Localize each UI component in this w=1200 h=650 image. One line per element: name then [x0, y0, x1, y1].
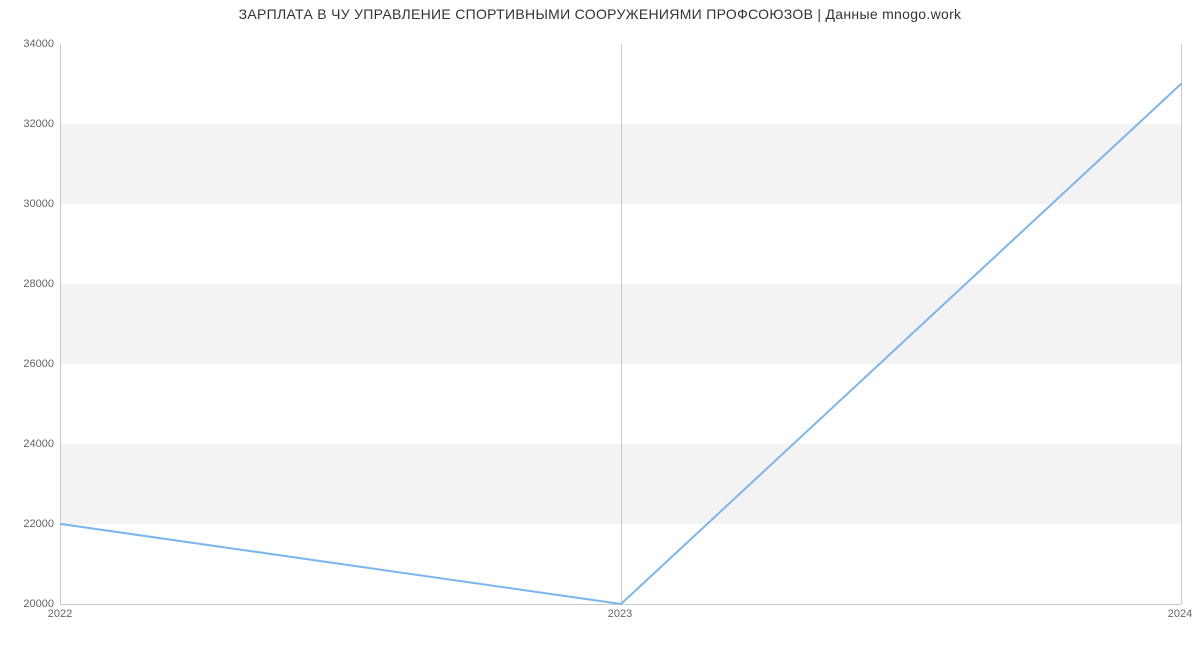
- y-tick-label: 28000: [4, 278, 54, 290]
- chart-container: ЗАРПЛАТА В ЧУ УПРАВЛЕНИЕ СПОРТИВНЫМИ СОО…: [0, 0, 1200, 650]
- x-tick-label: 2023: [608, 608, 632, 620]
- y-tick-label: 32000: [4, 118, 54, 130]
- chart-title: ЗАРПЛАТА В ЧУ УПРАВЛЕНИЕ СПОРТИВНЫМИ СОО…: [0, 6, 1200, 22]
- y-tick-label: 26000: [4, 358, 54, 370]
- y-tick-label: 34000: [4, 38, 54, 50]
- line-series: [61, 44, 1181, 604]
- x-tick-label: 2024: [1168, 608, 1192, 620]
- y-tick-label: 22000: [4, 518, 54, 530]
- y-tick-label: 24000: [4, 438, 54, 450]
- y-tick-label: 30000: [4, 198, 54, 210]
- plot-area: [60, 44, 1181, 605]
- grid-vline: [1181, 44, 1182, 604]
- x-tick-label: 2022: [48, 608, 72, 620]
- y-tick-label: 20000: [4, 598, 54, 610]
